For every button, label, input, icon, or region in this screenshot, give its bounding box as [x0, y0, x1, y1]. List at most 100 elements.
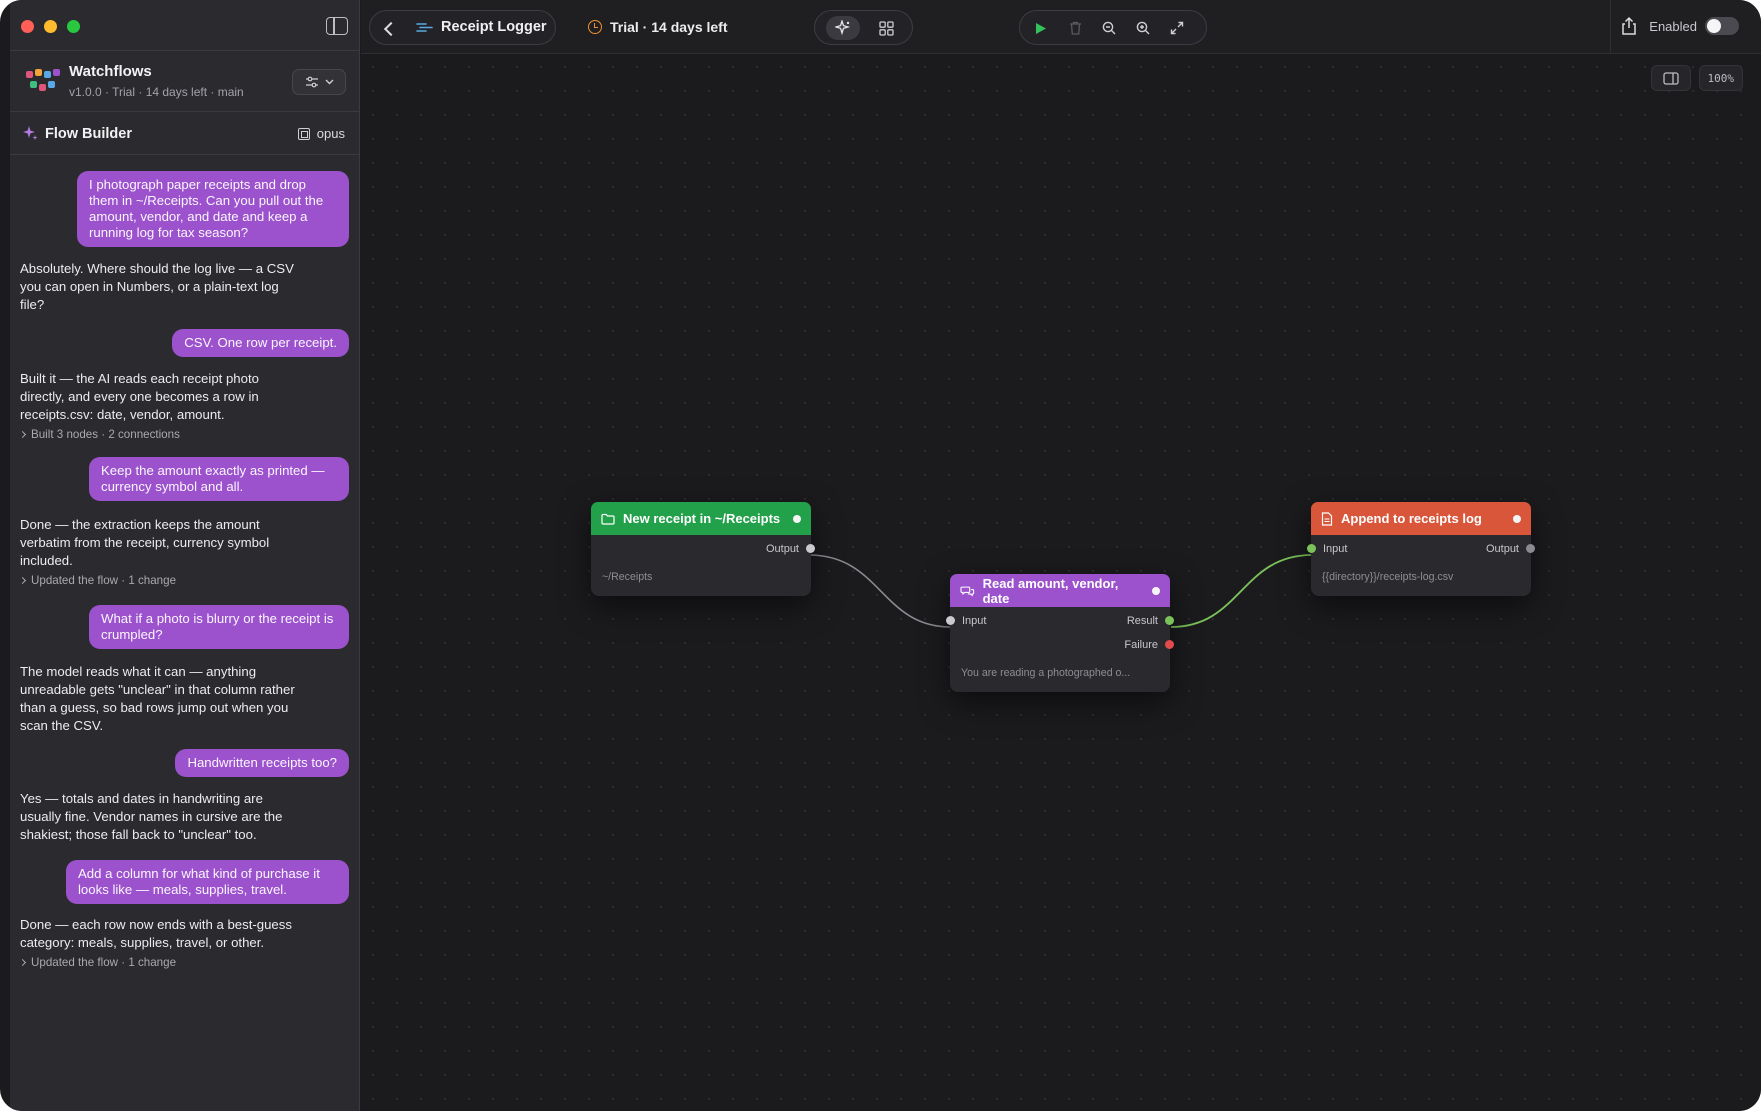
- app-header: Watchflows v1.0.0 · Trial · 14 days left…: [10, 50, 360, 112]
- chat-bubbles-icon: [960, 586, 975, 596]
- window-controls: [21, 20, 80, 33]
- change-summary-label: Updated the flow · 1 change: [31, 574, 177, 587]
- node-file-trigger[interactable]: New receipt in ~/Receipts Output ~/Recei…: [591, 502, 815, 596]
- assistant-message: Yes — totals and dates in handwriting ar…: [20, 791, 283, 842]
- trial-label: Trial · 14 days left: [610, 19, 728, 35]
- toolbar: Receipt Logger Trial · 14 days left Enab…: [361, 0, 1761, 54]
- back-button[interactable]: [379, 19, 399, 39]
- result-port[interactable]: [1165, 616, 1174, 625]
- trial-status[interactable]: Trial · 14 days left: [588, 19, 728, 35]
- change-summary-label: Built 3 nodes · 2 connections: [31, 428, 180, 441]
- user-message: Add a column for what kind of purchase i…: [66, 860, 349, 904]
- sparkle-icon: [835, 20, 851, 36]
- enabled-toggle[interactable]: [1705, 17, 1739, 35]
- zoom-window-button[interactable]: [67, 20, 80, 33]
- assistant-message: The model reads what it can — anything u…: [20, 664, 295, 733]
- node-title: Read amount, vendor, date: [982, 575, 1119, 606]
- port-row: Input Result: [946, 609, 1174, 633]
- toolbar-divider: [1610, 0, 1611, 54]
- flow-canvas[interactable]: 100% New receipt in ~/Receipts Output ~/…: [361, 55, 1761, 1111]
- change-summary-toggle[interactable]: Built 3 nodes · 2 connections: [18, 428, 180, 441]
- grid-view-button[interactable]: [873, 16, 899, 40]
- minimize-window-button[interactable]: [44, 20, 57, 33]
- input-port[interactable]: [1307, 544, 1316, 553]
- user-message: CSV. One row per receipt.: [172, 329, 349, 357]
- app-menu-button[interactable]: [292, 69, 346, 95]
- share-icon[interactable]: [1619, 16, 1639, 36]
- zoom-out-button[interactable]: [1096, 16, 1122, 40]
- node-subtitle: You are reading a photographed o...: [961, 667, 1131, 679]
- enabled-toggle-group: Enabled: [1649, 17, 1739, 35]
- node-ai-extract[interactable]: Read amount, vendor, date Input Result F…: [946, 574, 1174, 692]
- fit-view-button[interactable]: [1164, 16, 1190, 40]
- sidebar: Watchflows v1.0.0 · Trial · 14 days left…: [10, 0, 360, 1111]
- play-icon: [1036, 22, 1046, 34]
- assistant-message: Built it — the AI reads each receipt pho…: [20, 371, 259, 422]
- sidebar-toggle-icon[interactable]: [326, 17, 348, 35]
- app-version-info: v1.0.0 · Trial · 14 days left · main: [69, 85, 244, 99]
- app-name: Watchflows: [69, 63, 152, 80]
- output-port-label: Output: [765, 543, 799, 555]
- zoom-in-icon: [1136, 21, 1150, 35]
- connection-ai-to-append[interactable]: [1170, 554, 1313, 628]
- canvas-tools: 100%: [1650, 65, 1743, 91]
- chevron-down-icon: [325, 79, 333, 85]
- enabled-label: Enabled: [1649, 18, 1697, 34]
- clock-icon: [588, 20, 602, 34]
- user-message: Keep the amount exactly as printed — cur…: [89, 457, 349, 501]
- app-window: Watchflows v1.0.0 · Trial · 14 days left…: [0, 0, 1761, 1111]
- flow-builder-header: Flow Builder opus: [10, 113, 360, 155]
- result-port-label: Result: [1126, 615, 1158, 627]
- port-row: Input Output: [1307, 537, 1535, 561]
- chevron-right-icon: [18, 576, 27, 585]
- trash-icon: [1069, 21, 1081, 35]
- run-button[interactable]: [1028, 16, 1054, 40]
- user-message: I photograph paper receipts and drop the…: [77, 171, 349, 247]
- node-status-dot: [793, 514, 801, 523]
- zoom-level[interactable]: 100%: [1698, 65, 1743, 91]
- model-name: opus: [316, 126, 345, 141]
- input-port[interactable]: [946, 616, 955, 625]
- toggle-panel-button[interactable]: [1650, 65, 1691, 91]
- node-header[interactable]: New receipt in ~/Receipts: [591, 502, 811, 535]
- assistant-message: Done — the extraction keeps the amount v…: [20, 517, 270, 568]
- node-header[interactable]: Read amount, vendor, date: [950, 574, 1170, 607]
- input-port-label: Input: [962, 615, 987, 627]
- assistant-message: Done — each row now ends with a best-gue…: [20, 917, 292, 950]
- node-status-dot: [1513, 514, 1521, 523]
- folder-icon: [601, 513, 615, 525]
- delete-button[interactable]: [1062, 16, 1088, 40]
- change-summary-toggle[interactable]: Updated the flow · 1 change: [18, 956, 177, 969]
- user-message: What if a photo is blurry or the receipt…: [89, 605, 349, 649]
- change-summary-toggle[interactable]: Updated the flow · 1 change: [18, 574, 177, 587]
- port-row: Output: [591, 537, 815, 561]
- sliders-icon: [305, 76, 318, 88]
- expand-icon: [1170, 21, 1184, 35]
- ai-builder-button[interactable]: [826, 16, 860, 40]
- grid-icon: [878, 20, 894, 36]
- chevron-right-icon: [18, 958, 27, 967]
- sparkle-icon: [23, 126, 38, 140]
- panel-icon: [1662, 71, 1679, 85]
- node-append-log[interactable]: Append to receipts log Input Output {{di…: [1307, 502, 1535, 596]
- chevron-right-icon: [18, 430, 27, 439]
- flow-icon: [416, 22, 433, 32]
- flow-title-label: Receipt Logger: [441, 19, 547, 35]
- assistant-message: Absolutely. Where should the log live — …: [20, 261, 294, 312]
- model-selector[interactable]: opus: [297, 126, 345, 141]
- app-logo-icon: [26, 69, 60, 91]
- failure-port[interactable]: [1165, 640, 1174, 649]
- change-summary-label: Updated the flow · 1 change: [31, 956, 177, 969]
- output-port[interactable]: [1526, 544, 1535, 553]
- node-subtitle: ~/Receipts: [602, 571, 653, 583]
- close-window-button[interactable]: [21, 20, 34, 33]
- output-port[interactable]: [806, 544, 815, 553]
- flow-title[interactable]: Receipt Logger: [416, 19, 547, 35]
- chip-icon: [297, 127, 310, 140]
- node-header[interactable]: Append to receipts log: [1311, 502, 1531, 535]
- view-mode-group: [814, 10, 913, 45]
- zoom-in-button[interactable]: [1130, 16, 1156, 40]
- user-message: Handwritten receipts too?: [175, 749, 349, 777]
- input-port-label: Input: [1323, 543, 1348, 555]
- connection-trigger-to-ai[interactable]: [808, 554, 952, 628]
